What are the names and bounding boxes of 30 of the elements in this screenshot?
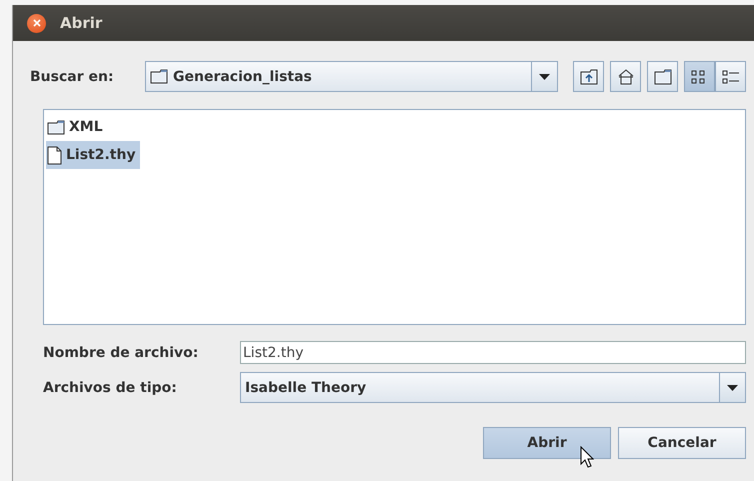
up-button[interactable]	[573, 61, 604, 92]
file-type-dropdown[interactable]: Isabelle Theory	[240, 372, 746, 403]
file-list-item[interactable]: XML	[46, 113, 107, 141]
cancel-button[interactable]: Cancelar	[618, 427, 746, 459]
file-name-field[interactable]: List2.thy	[240, 341, 746, 364]
close-button[interactable]	[27, 14, 46, 32]
home-button[interactable]	[610, 61, 641, 92]
new-folder-button[interactable]	[647, 61, 678, 92]
home-icon	[616, 68, 634, 84]
look-in-label: Buscar en:	[30, 68, 115, 84]
window-title: Abrir	[60, 14, 102, 32]
dropdown-button[interactable]	[531, 62, 557, 91]
caret-icon	[539, 74, 550, 80]
details-view-icon	[722, 68, 740, 84]
list-view-button[interactable]	[684, 61, 715, 92]
file-list-item[interactable]: List2.thy	[46, 141, 140, 169]
folder-icon	[150, 69, 168, 84]
file-type-label: Archivos de tipo:	[43, 380, 178, 396]
caret-icon	[727, 384, 738, 390]
folder-icon	[654, 68, 672, 84]
dropdown-button[interactable]	[719, 373, 745, 402]
file-name-label: Nombre de archivo:	[43, 344, 200, 360]
look-in-dropdown[interactable]: Generacion_listas	[145, 61, 558, 92]
file-icon	[47, 146, 62, 164]
close-icon	[32, 19, 40, 27]
details-view-button[interactable]	[715, 61, 746, 92]
open-button[interactable]: Abrir	[483, 427, 611, 459]
mouse-cursor-icon	[580, 446, 594, 468]
folder-icon	[47, 120, 65, 134]
folder-up-icon	[580, 68, 598, 84]
